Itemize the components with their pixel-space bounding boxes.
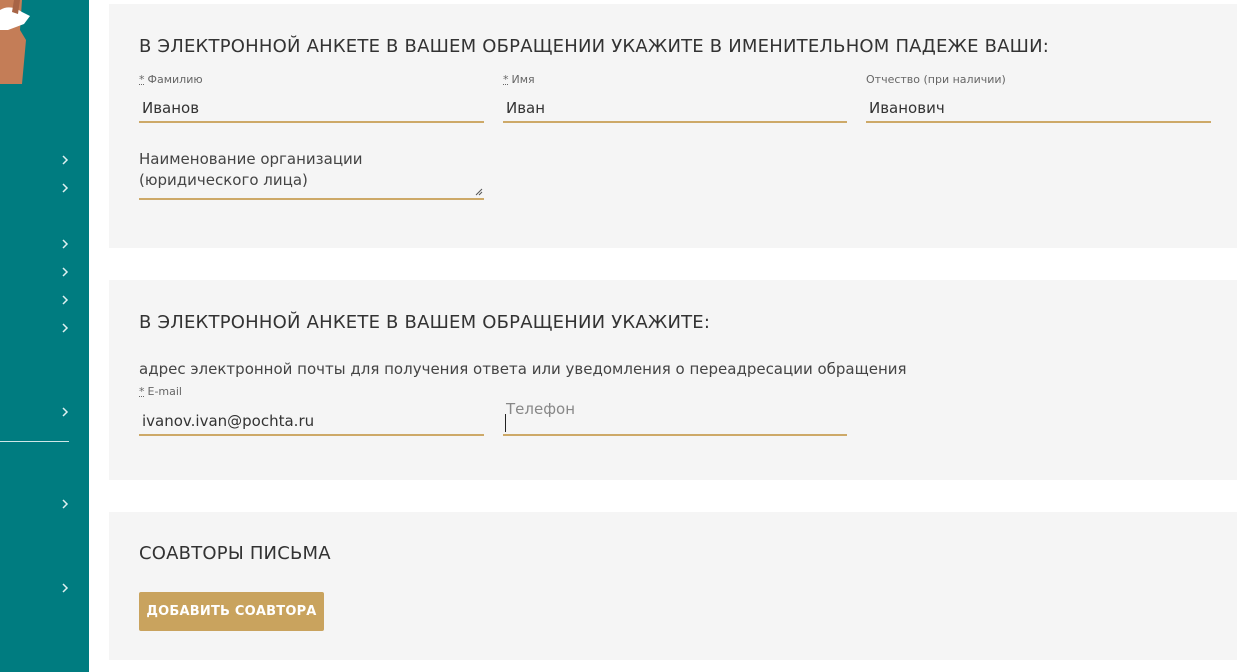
chevron-right-icon[interactable] (59, 154, 71, 166)
last-name-value: Иванов (142, 99, 200, 117)
middle-name-label: Отчество (при наличии) (866, 73, 1006, 86)
label-text: Фамилию (147, 73, 203, 86)
sidebar (0, 0, 89, 672)
email-value: ivanov.ivan@pochta.ru (142, 412, 315, 430)
chevron-right-icon[interactable] (59, 582, 71, 594)
organization-placeholder-line2: (юридического лица) (139, 171, 308, 189)
email-hint: адрес электронной почты для получения от… (139, 360, 907, 378)
first-name-input[interactable]: Иван (503, 97, 847, 123)
chevron-right-icon[interactable] (59, 238, 71, 250)
name-section: В ЭЛЕКТРОННОЙ АНКЕТЕ В ВАШЕМ ОБРАЩЕНИИ У… (109, 4, 1237, 248)
chevron-right-icon[interactable] (59, 182, 71, 194)
required-mark: * (139, 73, 145, 86)
section-heading: В ЭЛЕКТРОННОЙ АНКЕТЕ В ВАШЕМ ОБРАЩЕНИИ У… (139, 312, 711, 333)
chevron-right-icon[interactable] (59, 406, 71, 418)
last-name-input[interactable]: Иванов (139, 97, 484, 123)
section-heading: СОАВТОРЫ ПИСЬМА (139, 543, 331, 564)
required-mark: * (503, 73, 509, 86)
organization-textarea[interactable]: Наименование организации (юридического л… (139, 149, 484, 200)
resize-handle-icon[interactable] (474, 187, 483, 196)
email-input[interactable]: ivanov.ivan@pochta.ru (139, 410, 484, 436)
email-label: * E-mail (139, 385, 182, 398)
organization-placeholder-line1: Наименование организации (139, 150, 363, 168)
middle-name-input[interactable]: Иванович (866, 97, 1211, 123)
illustration-figure (0, 0, 30, 84)
sidebar-divider (0, 441, 69, 442)
phone-input[interactable]: Телефон (503, 400, 847, 436)
chevron-right-icon[interactable] (59, 498, 71, 510)
chevron-right-icon[interactable] (59, 294, 71, 306)
first-name-value: Иван (506, 99, 546, 117)
label-text: Имя (511, 73, 535, 86)
add-coauthor-button[interactable]: ДОБАВИТЬ СОАВТОРА (139, 592, 324, 631)
phone-placeholder: Телефон (506, 400, 576, 418)
contact-section: В ЭЛЕКТРОННОЙ АНКЕТЕ В ВАШЕМ ОБРАЩЕНИИ У… (109, 280, 1237, 480)
page: В ЭЛЕКТРОННОЙ АНКЕТЕ В ВАШЕМ ОБРАЩЕНИИ У… (0, 0, 1242, 672)
section-heading: В ЭЛЕКТРОННОЙ АНКЕТЕ В ВАШЕМ ОБРАЩЕНИИ У… (139, 36, 1050, 57)
coauthors-section: СОАВТОРЫ ПИСЬМА ДОБАВИТЬ СОАВТОРА (109, 512, 1237, 660)
first-name-label: * Имя (503, 73, 535, 86)
label-text: E-mail (147, 385, 183, 398)
required-mark: * (139, 385, 145, 398)
chevron-right-icon[interactable] (59, 266, 71, 278)
last-name-label: * Фамилию (139, 73, 203, 86)
chevron-right-icon[interactable] (59, 322, 71, 334)
text-cursor (505, 414, 506, 432)
middle-name-value: Иванович (869, 99, 945, 117)
